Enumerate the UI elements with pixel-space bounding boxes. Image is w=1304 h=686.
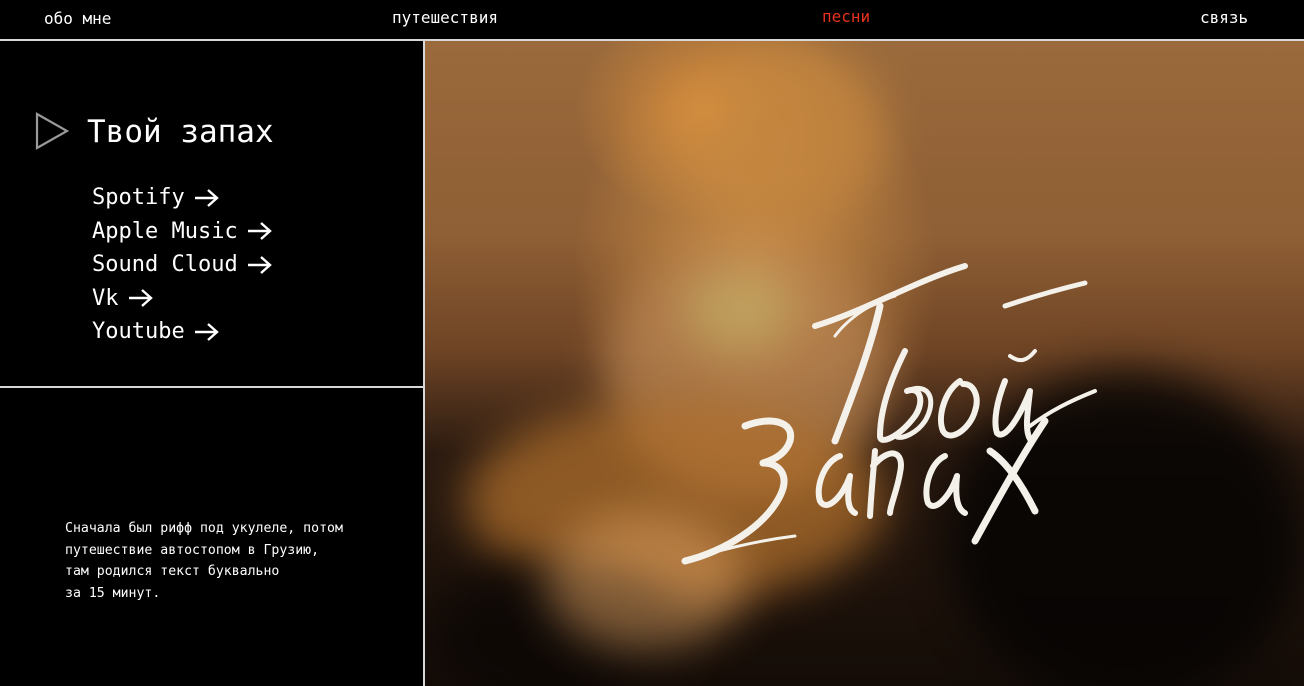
song-description: Сначала был рифф под укулеле, потом путе… <box>65 518 395 604</box>
stream-link-spotify[interactable]: Spotify <box>92 181 273 215</box>
stream-link-sound-cloud[interactable]: Sound Cloud <box>92 248 273 282</box>
streaming-links-list: Spotify Apple Music Sound Cloud Vk Youtu… <box>92 181 273 349</box>
cover-handwritten-title <box>675 251 1155 591</box>
arrow-right-icon <box>194 188 219 207</box>
stream-link-vk[interactable]: Vk <box>92 282 273 316</box>
nav-link-about[interactable]: обо мне <box>44 9 111 29</box>
arrow-right-icon <box>247 255 272 274</box>
cover-blur-shape <box>705 41 885 221</box>
play-button[interactable] <box>35 112 70 150</box>
stream-link-label: Youtube <box>92 319 185 345</box>
stream-link-label: Sound Cloud <box>92 252 238 278</box>
nav-link-contact[interactable]: связь <box>1200 8 1248 28</box>
stream-link-youtube[interactable]: Youtube <box>92 315 273 349</box>
description-line: Сначала был рифф под укулеле, потом <box>65 521 343 536</box>
top-navigation: обо мне путешествия песни связь <box>0 0 1304 41</box>
stream-link-label: Spotify <box>92 185 185 211</box>
song-title: Твой запах <box>87 114 274 150</box>
nav-link-songs[interactable]: песни <box>822 7 870 27</box>
cover-art-image <box>425 41 1304 686</box>
stream-link-apple-music[interactable]: Apple Music <box>92 215 273 249</box>
stream-link-label: Vk <box>92 285 119 311</box>
arrow-right-icon <box>194 322 219 341</box>
arrow-right-icon <box>247 222 272 241</box>
play-triangle-icon <box>35 112 70 150</box>
description-line: там родился текст буквально <box>65 564 280 580</box>
stream-link-label: Apple Music <box>92 218 238 244</box>
brush-lettering-graphic <box>681 263 1097 565</box>
description-line: путешествие автостопом в Грузию, <box>65 542 320 558</box>
nav-link-travel[interactable]: путешествия <box>392 8 498 28</box>
arrow-right-icon <box>128 289 153 308</box>
description-line: за 15 минут. <box>65 585 161 601</box>
